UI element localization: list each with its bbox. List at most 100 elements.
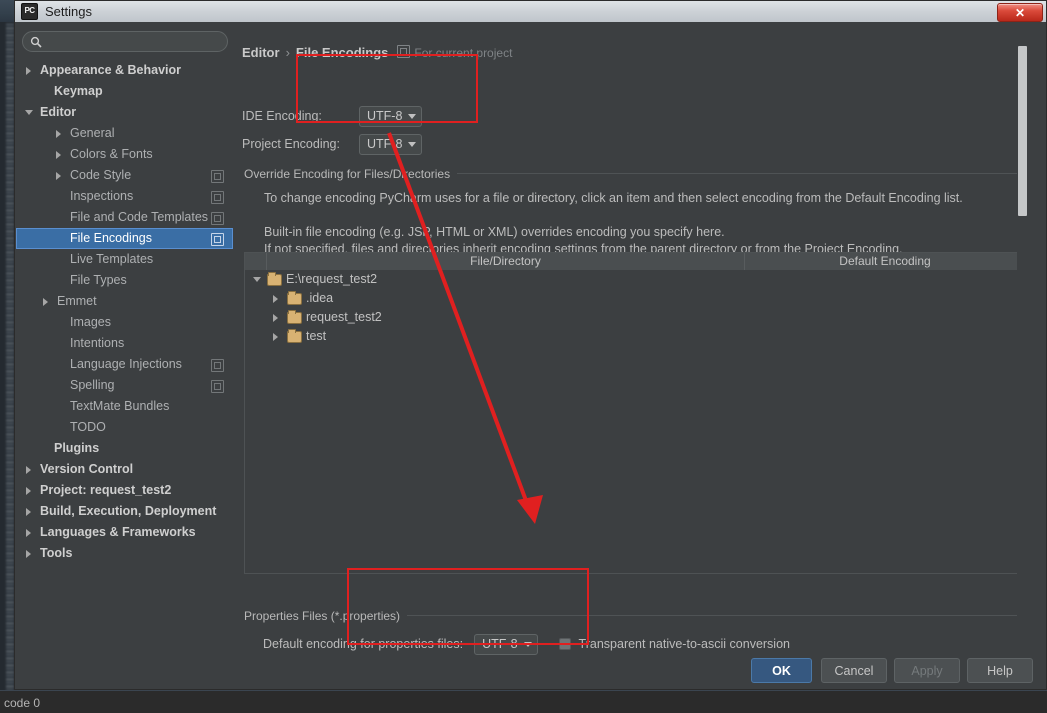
properties-encoding-combo[interactable]: UTF-8 — [474, 633, 538, 655]
sidebar-item-editor[interactable]: Editor — [16, 102, 233, 123]
chevron-right-icon[interactable] — [26, 487, 31, 495]
sidebar-item-colors-fonts[interactable]: Colors & Fonts — [16, 144, 233, 165]
ide-encoding-label: IDE Encoding: — [242, 109, 322, 123]
native-to-ascii-label: Transparent native-to-ascii conversion — [578, 637, 790, 651]
sidebar-item-general[interactable]: General — [16, 123, 233, 144]
table-body: E:\request_test2 .idea request_test2test — [245, 270, 1025, 346]
chevron-right-icon[interactable] — [273, 295, 278, 303]
project-encoding-combo[interactable]: UTF-8 — [359, 133, 423, 155]
properties-encoding-label: Default encoding for properties files: — [263, 637, 464, 651]
sidebar-item-label: Keymap — [54, 84, 103, 98]
main-scrollbar-track[interactable] — [1017, 44, 1028, 654]
table-col-encoding[interactable]: Default Encoding — [745, 253, 1025, 270]
sidebar-item-tools[interactable]: Tools — [16, 543, 233, 564]
background-statusbar — [0, 690, 1047, 713]
sidebar-item-language-injections[interactable]: Language Injections — [16, 354, 233, 375]
sidebar-item-emmet[interactable]: Emmet — [16, 291, 233, 312]
search-input[interactable] — [47, 34, 223, 52]
folder-icon — [267, 272, 282, 286]
chevron-right-icon[interactable] — [26, 529, 31, 537]
chevron-right-icon[interactable] — [273, 314, 278, 322]
chevron-down-icon — [523, 641, 532, 647]
chevron-down-icon[interactable] — [253, 277, 261, 286]
folder-icon — [287, 291, 302, 305]
sidebar-item-label: File Encodings — [70, 231, 152, 245]
search-icon — [30, 36, 42, 48]
project-scope-icon — [397, 44, 411, 58]
chevron-right-icon[interactable] — [26, 550, 31, 558]
settings-dialog: Settings ✕ Appearance & Behavior Keymap Ed… — [14, 0, 1047, 690]
chevron-down-icon[interactable] — [25, 110, 33, 119]
sidebar-item-label: Images — [70, 315, 111, 329]
sidebar-item-keymap[interactable]: Keymap — [16, 81, 233, 102]
sidebar-item-label: Language Injections — [70, 357, 182, 371]
settings-tree: Appearance & Behavior Keymap Editor General… — [16, 60, 233, 564]
apply-button: Apply — [894, 658, 960, 683]
sidebar-item-label: TODO — [70, 420, 106, 434]
folder-icon — [287, 310, 302, 324]
close-button[interactable]: ✕ — [997, 3, 1043, 22]
sidebar-item-inspections[interactable]: Inspections — [16, 186, 233, 207]
main-scrollbar-thumb[interactable] — [1018, 46, 1027, 216]
chevron-right-icon[interactable] — [43, 298, 48, 306]
properties-encoding-value: UTF-8 — [482, 637, 518, 651]
chevron-right-icon[interactable] — [26, 466, 31, 474]
close-icon: ✕ — [1014, 5, 1026, 20]
sidebar-item-file-encodings[interactable]: File Encodings — [16, 228, 233, 249]
table-header: File/Directory Default Encoding — [245, 253, 1025, 270]
settings-sidebar: Appearance & Behavior Keymap Editor General… — [16, 23, 233, 663]
ok-button[interactable]: OK — [751, 658, 812, 683]
sidebar-item-spelling[interactable]: Spelling — [16, 375, 233, 396]
override-group-divider — [457, 173, 1026, 174]
properties-group-title: Properties Files (*.properties) — [244, 609, 408, 623]
chevron-down-icon — [408, 113, 417, 119]
sidebar-item-intentions[interactable]: Intentions — [16, 333, 233, 354]
table-row[interactable]: .idea — [245, 289, 1025, 308]
sidebar-item-textmate-bundles[interactable]: TextMate Bundles — [16, 396, 233, 417]
sidebar-item-label: General — [70, 126, 115, 140]
sidebar-item-code-style[interactable]: Code Style — [16, 165, 233, 186]
project-scope-icon — [211, 359, 224, 372]
table-cell-file: test — [306, 329, 327, 343]
ide-encoding-combo[interactable]: UTF-8 — [359, 105, 423, 127]
properties-group-divider — [407, 615, 1026, 616]
help-button[interactable]: Help — [967, 658, 1033, 683]
chevron-right-icon[interactable] — [56, 172, 61, 180]
sidebar-item-live-templates[interactable]: Live Templates — [16, 249, 233, 270]
cancel-button[interactable]: Cancel — [821, 658, 887, 683]
dialog-title: Settings — [45, 4, 92, 19]
chevron-right-icon[interactable] — [56, 130, 61, 138]
chevron-right-icon[interactable] — [273, 333, 278, 341]
native-to-ascii-checkbox[interactable] — [558, 638, 571, 650]
sidebar-item-build-execution-deployment[interactable]: Build, Execution, Deployment — [16, 501, 233, 522]
table-cell-file: .idea — [306, 291, 334, 305]
sidebar-item-file-types[interactable]: File Types — [16, 270, 233, 291]
sidebar-item-appearance-behavior[interactable]: Appearance & Behavior — [16, 60, 233, 81]
table-col-blank[interactable] — [245, 253, 267, 270]
table-col-file[interactable]: File/Directory — [267, 253, 745, 270]
sidebar-item-label: Emmet — [57, 294, 97, 308]
chevron-right-icon[interactable] — [26, 67, 31, 75]
override-group-title: Override Encoding for Files/Directories — [244, 167, 458, 181]
sidebar-item-project-request-test2[interactable]: Project: request_test2 — [16, 480, 233, 501]
breadcrumb-current: File Encodings — [295, 44, 389, 60]
breadcrumb-parent[interactable]: Editor — [242, 45, 280, 60]
sidebar-item-label: Intentions — [70, 336, 125, 350]
sidebar-item-plugins[interactable]: Plugins — [16, 438, 233, 459]
project-scope-icon — [211, 380, 224, 393]
folder-icon — [287, 329, 302, 343]
sidebar-item-todo[interactable]: TODO — [16, 417, 233, 438]
search-box[interactable] — [22, 31, 228, 52]
sidebar-item-languages-frameworks[interactable]: Languages & Frameworks — [16, 522, 233, 543]
sidebar-item-version-control[interactable]: Version Control — [16, 459, 233, 480]
sidebar-item-label: Code Style — [70, 168, 132, 182]
table-row[interactable]: E:\request_test2 — [245, 270, 1025, 289]
chevron-right-icon[interactable] — [26, 508, 31, 516]
sidebar-item-images[interactable]: Images — [16, 312, 233, 333]
table-row[interactable]: request_test2 — [245, 308, 1025, 327]
sidebar-item-label: Appearance & Behavior — [40, 63, 182, 77]
table-row[interactable]: test — [245, 327, 1025, 346]
chevron-right-icon[interactable] — [56, 151, 61, 159]
sidebar-item-file-and-code-templates[interactable]: File and Code Templates — [16, 207, 233, 228]
sidebar-item-label: Build, Execution, Deployment — [40, 504, 217, 518]
